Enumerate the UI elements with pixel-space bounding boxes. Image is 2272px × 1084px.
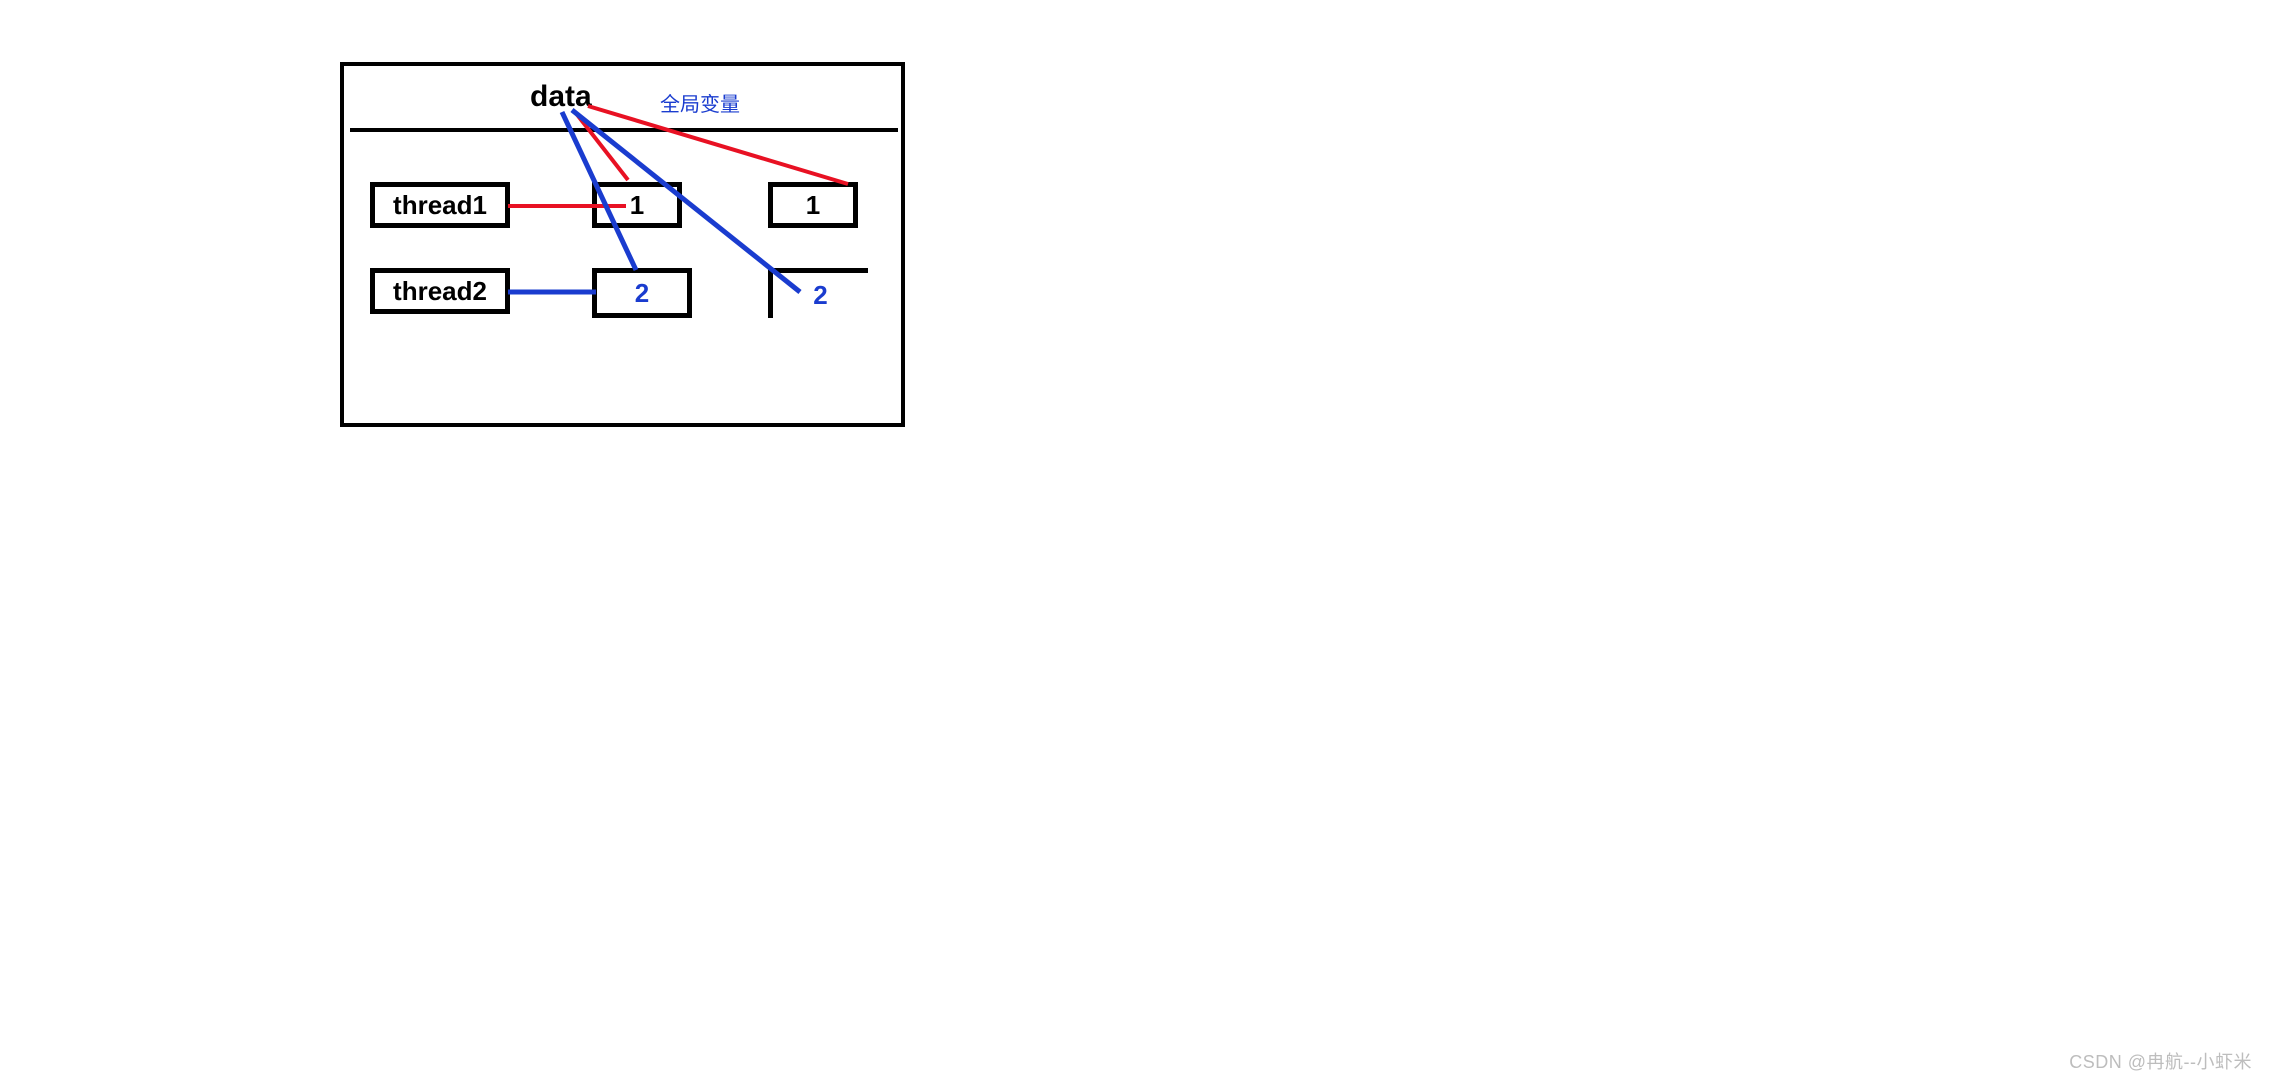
watermark: CSDN @冉航--小虾米 [2069,1048,2252,1074]
data-label: data [530,80,592,114]
thread1-label-box: thread1 [370,182,510,228]
thread2-value-a: 2 [592,268,692,318]
header-divider [350,128,898,132]
diagram-canvas: data 全局变量 thread1 1 1 thread2 2 2 CSDN @… [0,0,2272,1084]
thread2-value-b: 2 [768,268,868,318]
global-variable-annotation: 全局变量 [660,88,740,117]
thread1-value-b: 1 [768,182,858,228]
thread1-value-a: 1 [592,182,682,228]
outer-container [340,62,905,427]
thread2-label-box: thread2 [370,268,510,314]
